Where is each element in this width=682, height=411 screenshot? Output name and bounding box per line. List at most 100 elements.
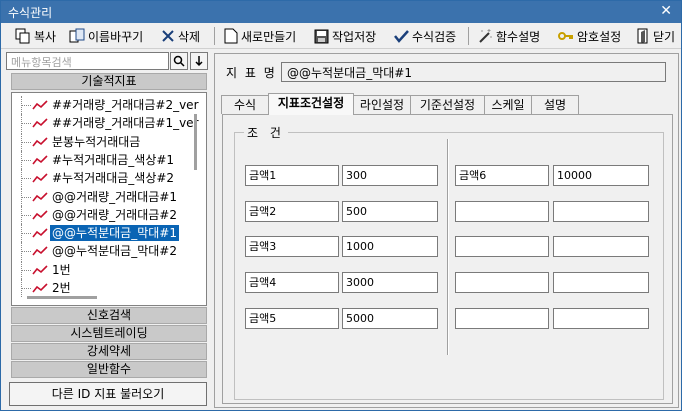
- tree-item-label: ##거래량_거래대금#2_ver: [52, 98, 199, 112]
- tab-line-settings[interactable]: 라인설정: [353, 95, 411, 114]
- menu-search-input[interactable]: 메뉴항목검색: [6, 52, 169, 70]
- line-chart-icon: [32, 283, 48, 293]
- tree-item[interactable]: @@누적분대금_막대#2: [12, 242, 202, 261]
- condition-name-field[interactable]: 금액4: [245, 272, 339, 293]
- tree-item[interactable]: @@거래량_거래대금#1: [12, 187, 202, 206]
- condition-name-field[interactable]: [455, 272, 549, 293]
- checkmark-icon: [394, 30, 409, 43]
- condition-value-field[interactable]: 500: [342, 201, 438, 222]
- toolbar-separator: [214, 27, 215, 45]
- toolbar: 복사 이름바꾸기 삭제 새로만들기 작업저장 수식검증 함수설명 암호설정 닫기: [1, 23, 681, 49]
- condition-name-field[interactable]: [455, 308, 549, 329]
- line-chart-icon: [32, 100, 48, 110]
- tree-item-label: 2번: [52, 281, 71, 295]
- line-chart-icon: [32, 265, 48, 275]
- delete-button[interactable]: 삭제: [161, 26, 200, 46]
- tree-guide-line: [21, 288, 31, 289]
- new-button[interactable]: 새로만들기: [224, 26, 296, 46]
- condition-value-field[interactable]: [553, 272, 649, 293]
- arrow-down-icon: [195, 56, 203, 67]
- tree-guide-line: [21, 233, 31, 235]
- tree-item[interactable]: 2번: [12, 279, 202, 297]
- condition-value-field[interactable]: 10000: [553, 165, 649, 186]
- search-button[interactable]: [170, 52, 188, 70]
- condition-name-field[interactable]: [455, 201, 549, 222]
- section-technical-indicators[interactable]: 기술적지표: [11, 73, 207, 90]
- tab-description[interactable]: 설명: [531, 95, 579, 114]
- tree-item-label: ##거래량_거래대금#1_ver: [52, 116, 199, 131]
- tab-formula[interactable]: 수식: [221, 95, 269, 114]
- line-chart-icon: [32, 210, 48, 220]
- tab-indicator-conditions[interactable]: 지표조건설정: [268, 93, 354, 115]
- condition-value-field[interactable]: [553, 308, 649, 329]
- condition-name-field[interactable]: 금액5: [245, 308, 339, 329]
- tree-item[interactable]: @@거래량_거래대금#2: [12, 205, 202, 224]
- tree-guide-line: [21, 141, 31, 143]
- tree-item[interactable]: ##거래량_거래대금#1_ver: [12, 114, 202, 133]
- save-button[interactable]: 작업저장: [314, 26, 376, 46]
- tree-vertical-scrollbar[interactable]: [194, 114, 197, 170]
- password-button[interactable]: 암호설정: [558, 26, 621, 46]
- function-help-button[interactable]: 함수설명: [477, 26, 540, 46]
- key-icon: [558, 32, 573, 40]
- tree-guide-line: [21, 105, 31, 106]
- line-chart-icon: [32, 155, 48, 165]
- conditions-divider: [447, 139, 449, 355]
- tree-item[interactable]: 1번: [12, 260, 202, 279]
- condition-name-field[interactable]: 금액3: [245, 236, 339, 257]
- tree-guide-line: [21, 251, 31, 253]
- tree-guide-line: [21, 123, 31, 125]
- indicator-name-label: 지 표 명: [226, 66, 277, 80]
- condition-name-field[interactable]: [455, 236, 549, 257]
- tree-item[interactable]: ##거래량_거래대금#2_ver: [12, 96, 202, 114]
- condition-value-field[interactable]: 3000: [342, 272, 438, 293]
- section-general-functions[interactable]: 일반함수: [11, 361, 207, 378]
- tree-guide-line: [21, 196, 31, 198]
- tree-horizontal-scrollbar[interactable]: [27, 296, 97, 299]
- section-strength-weakness[interactable]: 강세약세: [11, 343, 207, 360]
- condition-value-field[interactable]: 5000: [342, 308, 438, 329]
- condition-value-field[interactable]: [553, 236, 649, 257]
- tree-guide-line: [21, 214, 31, 216]
- condition-value-field[interactable]: 1000: [342, 236, 438, 257]
- condition-value-field[interactable]: [553, 201, 649, 222]
- search-icon: [173, 55, 185, 67]
- line-chart-icon: [32, 118, 48, 128]
- tree-item[interactable]: #누적거래대금_색상#1: [12, 150, 202, 169]
- tree-item-label: @@거래량_거래대금#1: [52, 189, 177, 204]
- tree-guide-line: [21, 159, 31, 161]
- line-chart-icon: [32, 137, 48, 147]
- down-arrow-button[interactable]: [190, 52, 208, 70]
- indicator-tree: ##거래량_거래대금#2_ver ##거래량_거래대금#1_ver 분봉누적거래대금…: [11, 92, 207, 306]
- condition-value-field[interactable]: 300: [342, 165, 438, 186]
- floppy-disk-icon: [314, 29, 329, 43]
- section-system-trading[interactable]: 시스템트레이딩: [11, 325, 207, 342]
- close-icon[interactable]: ✕: [660, 3, 672, 19]
- condition-name-field[interactable]: 금액6: [455, 165, 549, 186]
- rename-icon: [69, 28, 85, 43]
- tree-item[interactable]: @@누적분대금_막대#1: [12, 224, 202, 243]
- line-chart-icon: [32, 228, 48, 238]
- tab-scale[interactable]: 스케일: [484, 95, 532, 114]
- tree-item-label: 1번: [52, 262, 71, 277]
- validate-button[interactable]: 수식검증: [394, 26, 456, 46]
- delete-x-icon: [162, 30, 174, 42]
- formula-manager-window: 수식관리 ✕ 복사 이름바꾸기 삭제 새로만들기 작업저장 수식검증 함수설명 …: [0, 0, 682, 411]
- new-document-icon: [224, 28, 238, 44]
- indicator-name-field[interactable]: @@누적분대금_막대#1: [281, 62, 666, 82]
- rename-button[interactable]: 이름바꾸기: [69, 26, 143, 46]
- tree-item[interactable]: 분봉누적거래대금: [12, 132, 202, 151]
- line-chart-icon: [32, 173, 48, 183]
- condition-name-field[interactable]: 금액2: [245, 201, 339, 222]
- condition-name-field[interactable]: 금액1: [245, 165, 339, 186]
- tree-item[interactable]: #누적거래대금_색상#2: [12, 169, 202, 188]
- load-other-id-button[interactable]: 다른 ID 지표 불러오기: [9, 382, 207, 406]
- close-button[interactable]: 닫기: [636, 26, 675, 46]
- section-signal-search[interactable]: 신호검색: [11, 307, 207, 324]
- tree-item-label: #누적거래대금_색상#2: [52, 171, 175, 186]
- exit-door-icon: [637, 28, 648, 44]
- tree-guide-line: [21, 269, 31, 271]
- copy-button[interactable]: 복사: [15, 26, 56, 46]
- tab-baseline-settings[interactable]: 기준선설정: [410, 95, 485, 114]
- copy-icon: [15, 28, 30, 44]
